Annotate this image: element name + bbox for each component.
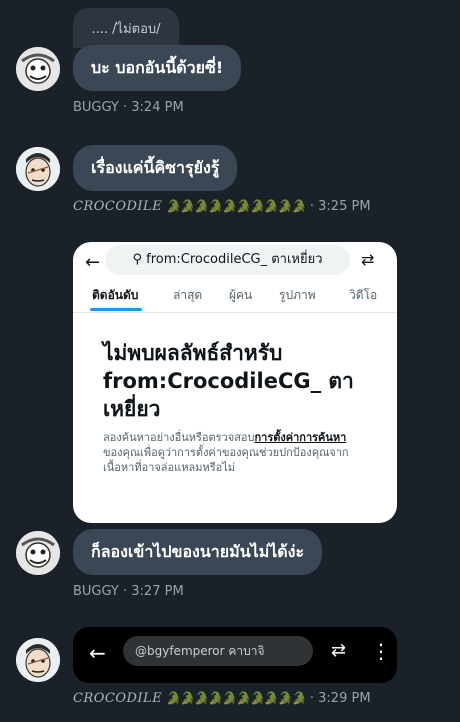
no-results-heading: ไม่พบผลลัพธ์สำหรับ from:CrocodileCG_ ตาเ… xyxy=(103,341,354,421)
timestamp: 3:27 PM xyxy=(131,584,184,599)
message-meta: CROCODILE 🐊🐊🐊🐊🐊🐊🐊🐊🐊🐊 · 3:29 PM xyxy=(73,691,371,706)
sender-name[interactable]: BUGGY xyxy=(73,100,119,115)
quoted-reply[interactable]: .... /ไม่ตอบ/ xyxy=(73,8,179,48)
search-settings-link: การตั้งค่าการค้นหา xyxy=(254,431,347,444)
tab-top: ติดอันดับ xyxy=(92,288,139,302)
search-query: from:CrocodileCG_ ตาเหยี่ยว xyxy=(146,252,323,267)
sliders-icon: ⇄ xyxy=(331,640,347,661)
tab-latest: ล่าสุด xyxy=(173,288,203,302)
tab-video: วิดีโอ xyxy=(349,288,378,302)
sliders-icon: ⇄ xyxy=(361,250,375,269)
search-topbar: ← ⚲ from:CrocodileCG_ ตาเหยี่ยว ⇄ xyxy=(73,242,397,278)
search-field: ⚲ from:CrocodileCG_ ตาเหยี่ยว xyxy=(105,245,350,275)
magnifier-icon: ⚲ xyxy=(132,252,142,267)
message-meta: BUGGY · 3:27 PM xyxy=(73,584,184,599)
vertical-dots-icon: ⋮ xyxy=(371,639,391,663)
tab-media: รูปภาพ xyxy=(279,288,316,302)
desc-text-2: ของคุณเพื่อดูว่าการตั้งค่าของคุณช่วยปกป้… xyxy=(103,446,349,474)
timestamp: 3:24 PM xyxy=(131,100,184,115)
active-tab-indicator xyxy=(90,308,142,311)
attached-image-search-results[interactable]: ← ⚲ from:CrocodileCG_ ตาเหยี่ยว ⇄ ติดอัน… xyxy=(73,242,397,523)
message-bubble[interactable]: เรื่องแค่นี้คิซารุยังรู้ xyxy=(73,145,238,191)
sender-name[interactable]: CROCODILE xyxy=(73,199,162,214)
crocodile-emoji-row: 🐊🐊🐊🐊🐊🐊🐊🐊🐊🐊 xyxy=(166,199,306,213)
arrow-left-icon: ← xyxy=(85,252,101,273)
search-tabs: ติดอันดับ ล่าสุด ผู้คน รูปภาพ วิดีโอ xyxy=(73,280,397,313)
avatar-buggy[interactable] xyxy=(16,47,60,91)
timestamp: 3:29 PM xyxy=(318,691,371,706)
message-bubble[interactable]: บะ บอกอันนี้ด้วยซี่! xyxy=(73,45,242,91)
attached-image-toolbar[interactable]: ← @bgyfemperor คาบาจิ ⇄ ⋮ xyxy=(73,627,397,683)
no-results-description: ลองค้นหาอย่างอื่นหรือตรวจสอบการตั้งค่ากา… xyxy=(103,430,365,475)
arrow-left-icon: ← xyxy=(89,641,106,665)
tab-people: ผู้คน xyxy=(229,288,253,302)
message-meta: BUGGY · 3:24 PM xyxy=(73,100,184,115)
search-field: @bgyfemperor คาบาจิ xyxy=(123,636,313,666)
sender-name[interactable]: CROCODILE xyxy=(73,691,162,706)
avatar-crocodile[interactable] xyxy=(16,147,60,191)
avatar-buggy[interactable] xyxy=(16,531,60,575)
message-meta: CROCODILE 🐊🐊🐊🐊🐊🐊🐊🐊🐊🐊 · 3:25 PM xyxy=(73,199,371,214)
timestamp: 3:25 PM xyxy=(318,199,371,214)
desc-text: ลองค้นหาอย่างอื่นหรือตรวจสอบ xyxy=(103,431,255,444)
sender-name[interactable]: BUGGY xyxy=(73,584,119,599)
avatar-crocodile[interactable] xyxy=(16,638,60,682)
message-bubble[interactable]: ก็ลองเข้าไปของนายมันไม่ได้ง่ะ xyxy=(73,529,323,575)
crocodile-emoji-row: 🐊🐊🐊🐊🐊🐊🐊🐊🐊🐊 xyxy=(166,691,306,705)
